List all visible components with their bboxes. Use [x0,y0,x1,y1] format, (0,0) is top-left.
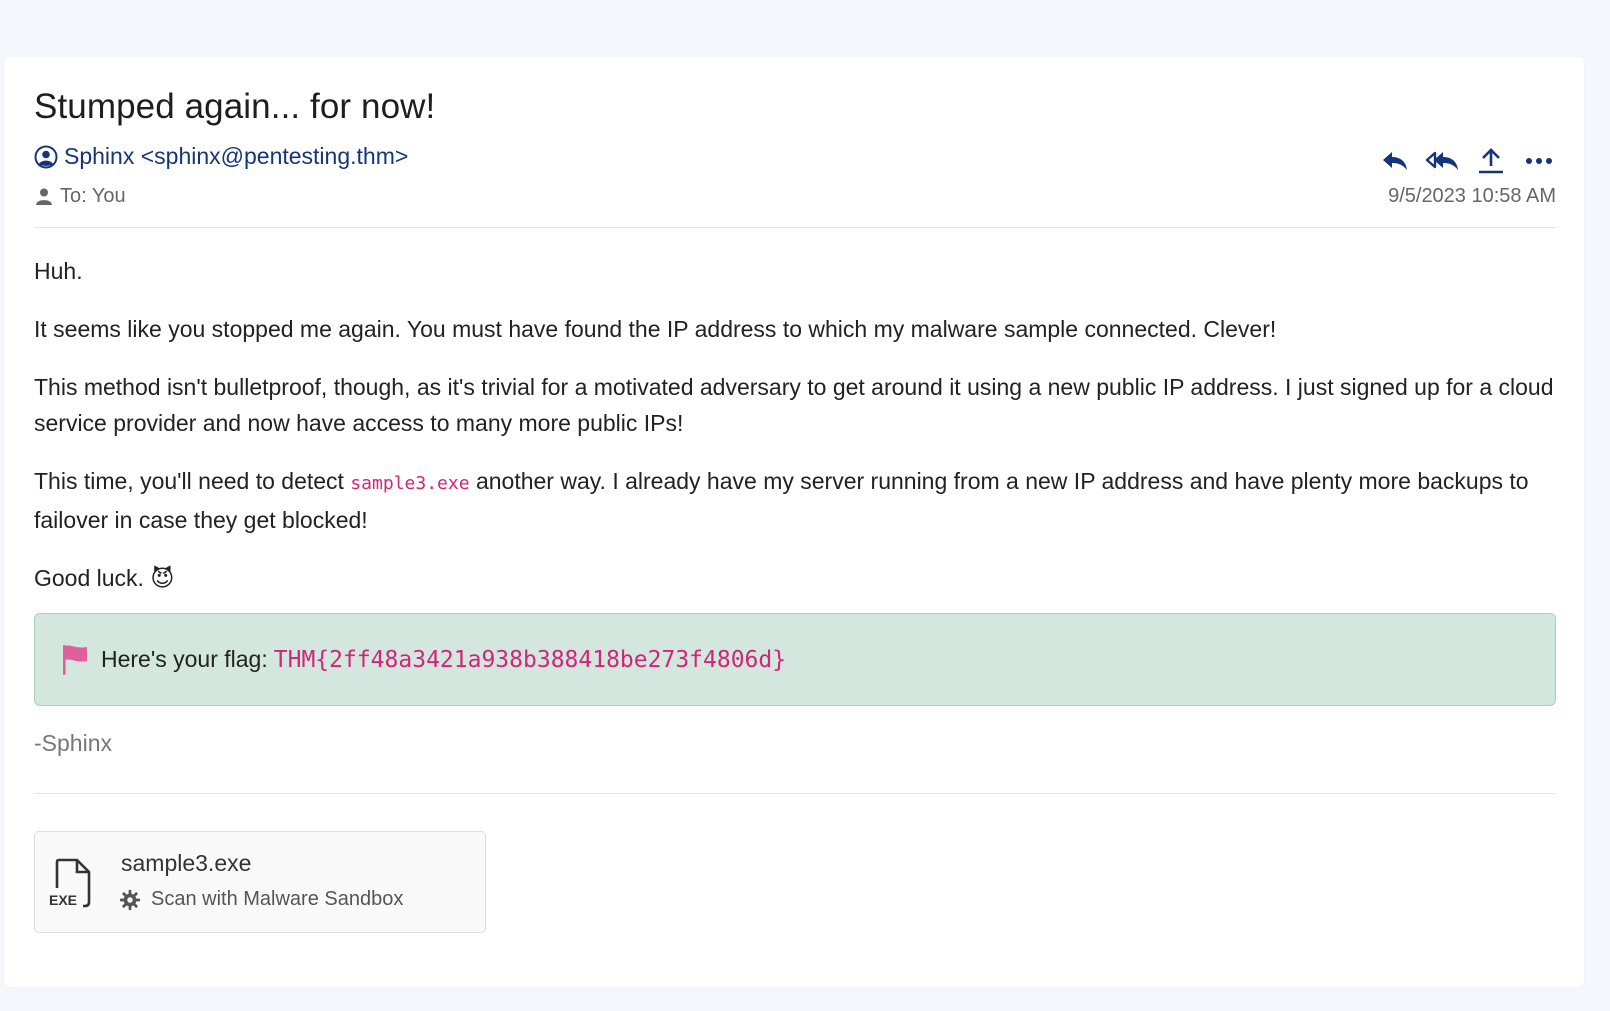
scan-sandbox-link[interactable]: Scan with Malware Sandbox [119,888,403,911]
flag-value: THM{2ff48a3421a938b388418be273f4806d} [273,646,787,673]
user-circle-icon [34,145,58,168]
inline-code-filename: sample3.exe [350,473,470,494]
sender-name: Sphinx <sphinx@pentesting.thm> [64,143,409,169]
more-icon [1526,158,1552,164]
reply-all-icon [1426,151,1458,170]
body-paragraph: This method isn't bulletproof, though, a… [34,374,1554,436]
attachment-card[interactable]: EXE sample3.exe Scan with Malware Sandbo… [34,831,486,933]
flag-alert: Here's your flag: THM{2ff48a3421a938b388… [34,613,1556,706]
gear-icon [119,889,141,910]
recipient-label: To: You [60,185,126,207]
email-subject: Stumped again... for now! [34,87,436,126]
body-text: This time, you'll need to detect [34,468,351,494]
body-text: Good luck. [34,565,144,591]
scan-label: Scan with Malware Sandbox [151,888,404,910]
header-divider [34,227,1556,228]
attachment-divider [34,793,1556,794]
exe-file-icon: EXE [49,858,91,908]
body-paragraph: It seems like you stopped me again. You … [34,316,1277,342]
flag-label: Here's your flag: [101,646,268,672]
body-paragraph: This time, you'll need to detect sample3… [34,463,1556,538]
email-signature: -Sphinx [34,730,112,756]
attachment-filename[interactable]: sample3.exe [121,850,251,877]
reply-all-button[interactable] [1426,148,1460,174]
devil-emoji: 😈 [150,565,175,591]
flag-icon [63,644,87,675]
email-date: 9/5/2023 10:58 AM [1388,185,1556,207]
email-actions [1378,148,1556,174]
person-icon [36,188,52,205]
body-paragraph: Good luck. 😈 [34,560,1556,596]
exe-label: EXE [49,892,77,908]
email-recipient: To: You [36,185,126,208]
email-sender[interactable]: Sphinx <sphinx@pentesting.thm> [34,143,408,170]
body-paragraph: Huh. [34,258,83,284]
reply-button[interactable] [1378,148,1412,174]
email-body: Huh. It seems like you stopped me again.… [34,253,1556,618]
forward-icon [1479,148,1503,174]
reply-icon [1383,152,1407,170]
more-options-button[interactable] [1522,148,1556,174]
email-card: Stumped again... for now! Sphinx <sphinx… [4,57,1584,987]
forward-button[interactable] [1474,148,1508,174]
